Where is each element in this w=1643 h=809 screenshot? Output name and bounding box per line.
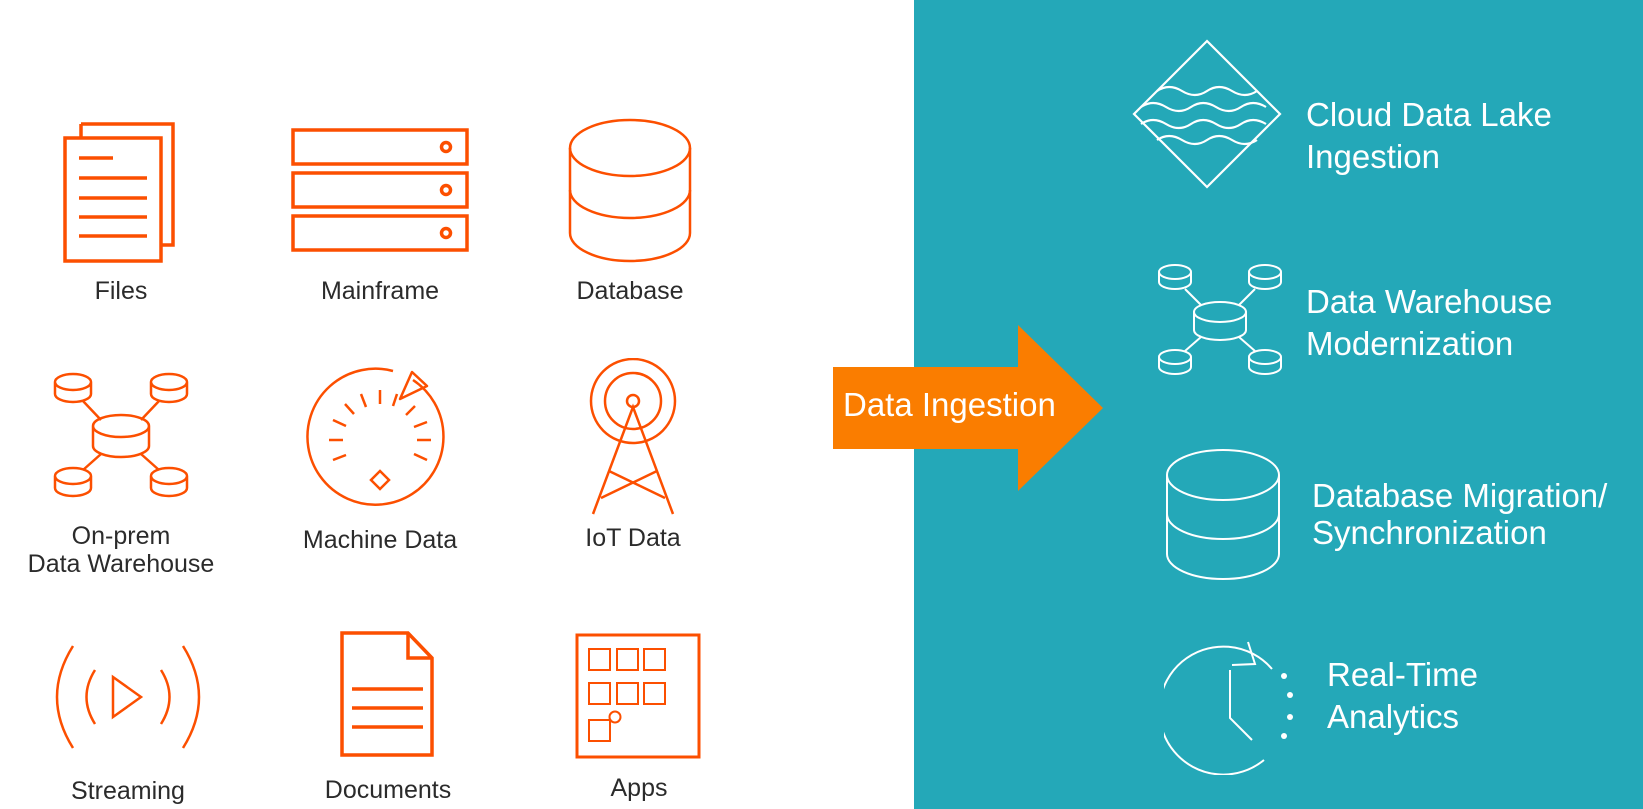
- data-warehouse-icon: [1158, 264, 1282, 375]
- target-label-line: Database Migration/: [1312, 477, 1608, 514]
- source-iot-data: IoT Data: [518, 358, 748, 552]
- target-real-time-analytics: Real-Time Analytics: [1327, 654, 1478, 738]
- source-label: IoT Data: [585, 524, 681, 552]
- target-label-line: Ingestion: [1306, 138, 1440, 175]
- source-label: Database: [576, 277, 684, 305]
- source-label: Mainframe: [320, 277, 440, 305]
- apps-icon: [575, 633, 701, 759]
- source-label: On-prem: [71, 522, 171, 550]
- target-data-warehouse-modernization: Data Warehouse Modernization: [1306, 281, 1552, 365]
- data-lake-icon: [1132, 39, 1282, 189]
- arrow-label: Data Ingestion: [843, 386, 1056, 423]
- target-label-line: Data Warehouse: [1306, 283, 1553, 320]
- source-mainframe: Mainframe: [265, 118, 495, 305]
- target-label-line: Cloud Data Lake: [1306, 96, 1552, 133]
- source-label: Apps: [610, 774, 668, 802]
- source-machine-data: Machine Data: [265, 362, 495, 554]
- source-label: Streaming: [71, 777, 185, 805]
- source-on-prem-data-warehouse: On-prem Data Warehouse: [6, 370, 236, 578]
- source-label: Data Warehouse: [27, 550, 215, 578]
- clock-icon: [1164, 641, 1293, 775]
- source-label: Documents: [324, 776, 452, 804]
- source-label: Machine Data: [302, 526, 458, 554]
- target-label-line: Real-Time: [1327, 656, 1478, 693]
- antenna-tower-icon: [589, 358, 677, 515]
- data-warehouse-icon: [53, 372, 189, 498]
- source-streaming: Streaming: [13, 640, 243, 805]
- source-apps: Apps: [524, 632, 754, 802]
- files-icon: [63, 122, 175, 263]
- mainframe-icon: [291, 128, 469, 252]
- gauge-icon: [306, 367, 445, 506]
- source-files: Files: [6, 118, 236, 305]
- target-label-line: Analytics: [1327, 698, 1460, 735]
- target-label-line: Synchronization: [1312, 514, 1547, 551]
- target-label-line: Modernization: [1306, 325, 1514, 362]
- database-icon: [1166, 449, 1280, 580]
- database-icon: [568, 118, 692, 263]
- source-database: Database: [515, 118, 745, 305]
- document-icon: [340, 631, 434, 757]
- source-documents: Documents: [273, 630, 503, 804]
- target-database-migration: Database Migration/ Synchronization: [1312, 477, 1607, 551]
- source-label: Files: [94, 277, 148, 305]
- target-cloud-data-lake: Cloud Data Lake Ingestion: [1306, 94, 1552, 178]
- streaming-icon: [55, 645, 201, 749]
